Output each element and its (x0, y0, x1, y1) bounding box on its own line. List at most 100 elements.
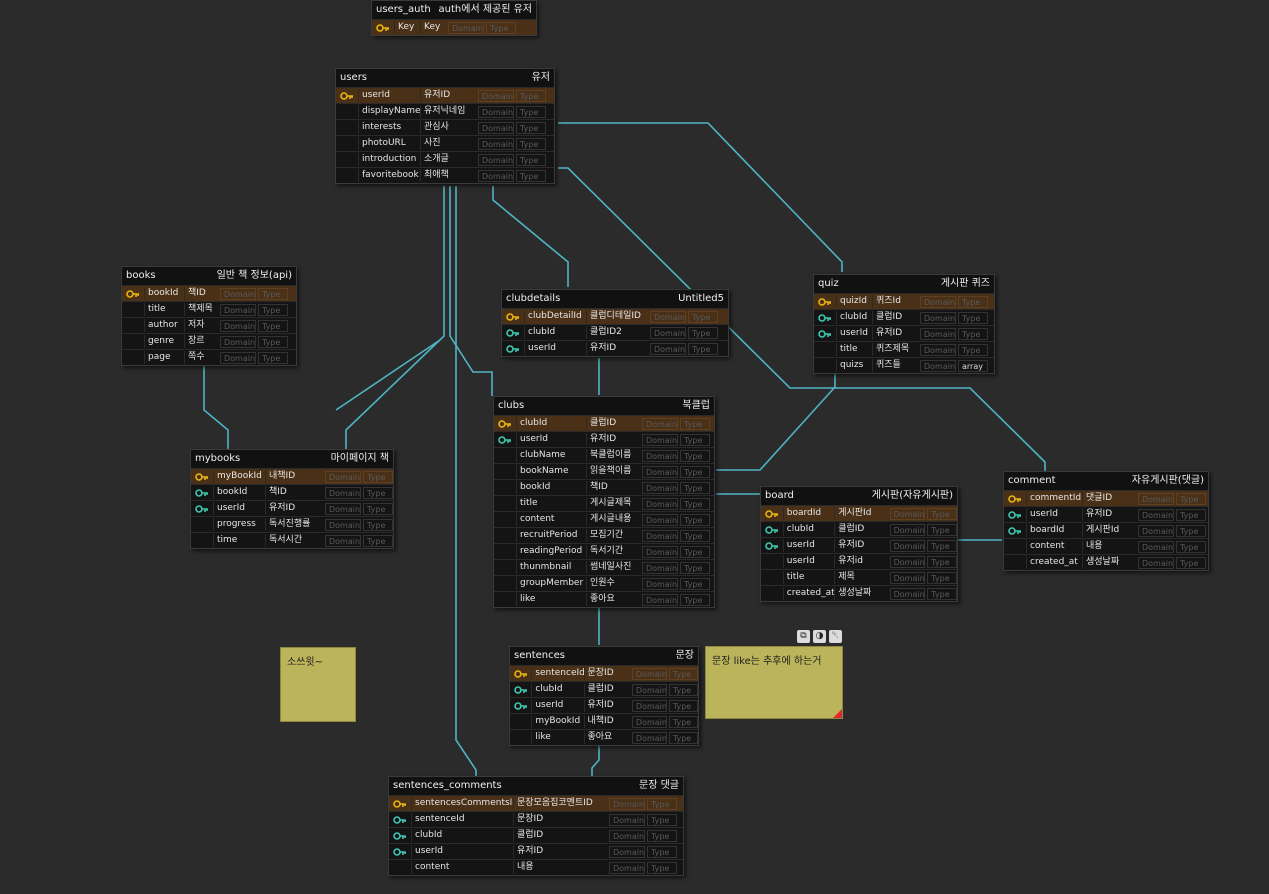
column-row[interactable]: clubId 클럽ID Domain Type (510, 681, 698, 697)
column-type[interactable]: Type (258, 287, 288, 300)
table-quiz[interactable]: quiz 게시판 퀴즈 quizId 퀴즈Id Domain Type clubId 클럽ID… (813, 274, 995, 374)
column-type[interactable]: Type (680, 433, 710, 446)
column-type[interactable]: array (958, 359, 988, 372)
column-logical-name[interactable]: 게시판Id (834, 507, 887, 520)
column-name[interactable]: clubId (411, 829, 513, 842)
column-type[interactable]: Type (927, 507, 957, 520)
copy-icon[interactable]: ⧉ (797, 630, 810, 643)
column-domain[interactable]: Domain (609, 797, 645, 810)
column-logical-name[interactable]: 클럽ID (872, 311, 918, 324)
column-logical-name[interactable]: 독서진행률 (265, 518, 323, 531)
column-type[interactable]: Type (516, 121, 546, 134)
column-domain[interactable]: Domain (220, 287, 256, 300)
column-type[interactable]: Type (1176, 492, 1206, 505)
column-row[interactable]: bookId 책ID Domain Type (494, 479, 714, 495)
column-logical-name[interactable]: 유저ID (872, 327, 918, 340)
column-row[interactable]: userId 유저ID Domain Type (510, 697, 698, 713)
column-type[interactable]: Type (363, 518, 393, 531)
column-name[interactable]: like (531, 731, 583, 744)
column-domain[interactable]: Domain (642, 593, 678, 606)
column-type[interactable]: Type (1176, 508, 1206, 521)
column-row[interactable]: content 게시글내용 Domain Type (494, 511, 714, 527)
column-domain[interactable]: Domain (478, 121, 514, 134)
column-logical-name[interactable]: 좋아요 (583, 731, 630, 744)
table-clubdetails[interactable]: clubdetails Untitled5 clubDetailId 클럽디테일ID D… (501, 289, 729, 357)
column-row[interactable]: clubId 클럽ID2 Domain Type (502, 324, 728, 340)
column-type[interactable]: Type (680, 481, 710, 494)
table-header[interactable]: quiz 게시판 퀴즈 (814, 275, 994, 293)
column-name[interactable]: userId (516, 433, 586, 446)
column-name[interactable]: userId (411, 845, 513, 858)
column-domain[interactable]: Domain (1138, 508, 1174, 521)
column-type[interactable]: Type (668, 683, 698, 696)
column-domain[interactable]: Domain (631, 731, 667, 744)
column-domain[interactable]: Domain (631, 699, 667, 712)
column-type[interactable]: Type (688, 310, 718, 323)
column-domain[interactable]: Domain (920, 359, 956, 372)
column-type[interactable]: Type (680, 561, 710, 574)
column-type[interactable]: Type (647, 797, 677, 810)
column-logical-name[interactable]: 최애책 (420, 169, 476, 182)
column-logical-name[interactable]: 유저ID (834, 539, 887, 552)
column-logical-name[interactable]: 클럽ID (583, 683, 630, 696)
column-type[interactable]: Type (668, 715, 698, 728)
column-name[interactable]: clubDetailId (524, 310, 586, 323)
column-type[interactable]: Type (1176, 556, 1206, 569)
column-type[interactable]: Type (516, 89, 546, 102)
sticky-note[interactable]: 소쓰윗~ (280, 647, 356, 722)
column-row[interactable]: introduction 소개글 Domain Type (336, 151, 554, 167)
column-domain[interactable]: Domain (220, 319, 256, 332)
table-clubs[interactable]: clubs 북클럽 clubId 클럽ID Domain Type userId 유저ID Do… (493, 396, 715, 608)
column-name[interactable]: clubId (782, 523, 834, 536)
column-domain[interactable]: Domain (889, 571, 926, 584)
column-row[interactable]: sentenceId 문장ID Domain Type (510, 665, 698, 681)
column-type[interactable]: Type (927, 539, 957, 552)
note-text[interactable]: 소쓰윗~ (287, 657, 323, 668)
column-domain[interactable]: Domain (478, 137, 514, 150)
column-domain[interactable]: Domain (642, 497, 678, 510)
column-row[interactable]: bookName 읽을책이름 Domain Type (494, 463, 714, 479)
column-domain[interactable]: Domain (631, 715, 667, 728)
column-domain[interactable]: Domain (642, 545, 678, 558)
column-name[interactable]: title (516, 497, 586, 510)
table-sentences_comments[interactable]: sentences_comments 문장 댓글 sentencesComments… (388, 776, 684, 876)
column-domain[interactable]: Domain (1138, 492, 1174, 505)
column-logical-name[interactable]: 책ID (586, 481, 640, 494)
column-domain[interactable]: Domain (478, 105, 514, 118)
column-name[interactable]: like (516, 593, 586, 606)
column-row[interactable]: page 쪽수 Domain Type (122, 349, 296, 365)
table-header[interactable]: clubdetails Untitled5 (502, 290, 728, 308)
column-name[interactable]: quizs (836, 359, 872, 372)
column-logical-name[interactable]: 유저닉네임 (420, 105, 476, 118)
column-name[interactable]: userId (782, 539, 834, 552)
column-type[interactable]: Type (680, 449, 710, 462)
column-name[interactable]: userId (358, 89, 420, 102)
column-name[interactable]: clubName (516, 449, 586, 462)
column-logical-name[interactable]: 내책ID (583, 715, 630, 728)
column-name[interactable]: myBookId (213, 470, 265, 483)
column-logical-name[interactable]: 유저ID (265, 502, 323, 515)
column-name[interactable]: sentenceId (531, 667, 584, 680)
column-name[interactable]: content (516, 513, 586, 526)
column-logical-name[interactable]: 유저ID (586, 342, 648, 355)
column-domain[interactable]: Domain (642, 529, 678, 542)
column-logical-name[interactable]: 장르 (184, 335, 218, 348)
column-row[interactable]: recruitPeriod 모집기간 Domain Type (494, 527, 714, 543)
column-row[interactable]: thunmbnail 썸네일사진 Domain Type (494, 559, 714, 575)
table-books[interactable]: books 일반 책 정보(api) bookId 책ID Domain Type titl… (121, 266, 297, 366)
column-logical-name[interactable]: 관심사 (420, 121, 476, 134)
column-name[interactable]: photoURL (358, 137, 420, 150)
column-logical-name[interactable]: 게시글내용 (586, 513, 640, 526)
column-domain[interactable]: Domain (920, 311, 956, 324)
column-type[interactable]: Type (363, 470, 393, 483)
column-domain[interactable]: Domain (650, 326, 686, 339)
column-type[interactable]: Type (516, 169, 546, 182)
column-domain[interactable]: Domain (609, 813, 645, 826)
column-domain[interactable]: Domain (889, 523, 926, 536)
table-header[interactable]: sentences 문장 (510, 647, 698, 665)
column-name[interactable]: readingPeriod (516, 545, 586, 558)
column-name[interactable]: created_at (1026, 556, 1082, 569)
column-type[interactable]: Type (680, 593, 710, 606)
column-logical-name[interactable]: 책ID (184, 287, 218, 300)
column-logical-name[interactable]: 클럽ID (586, 417, 640, 430)
